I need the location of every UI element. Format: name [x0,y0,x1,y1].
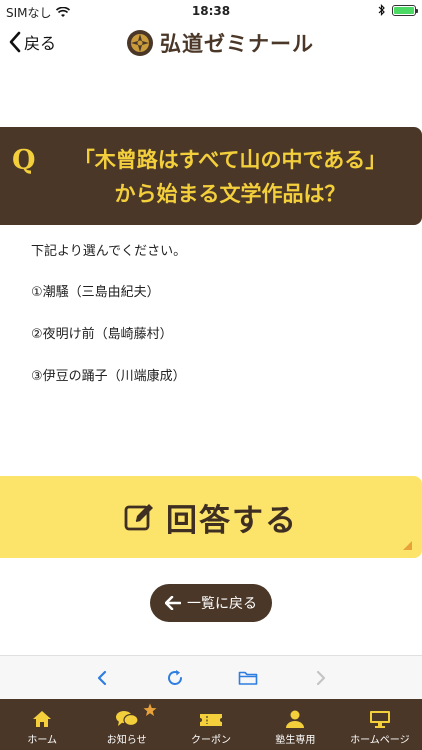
tab-coupon-label: クーポン [191,735,232,746]
question-content: 下記より選んでください。 ①潮騒（三島由紀夫） ②夜明け前（島崎藤村） ③伊豆の… [31,240,401,407]
nav-bar: 戻る 弘道ゼミナール [0,22,422,66]
edit-icon [124,504,153,531]
instructions: 下記より選んでください。 [31,244,187,259]
reload-icon [168,670,182,685]
question-line-2: から始まる文学作品は？ [114,182,346,206]
option-3: ③伊豆の踊子（川端康成） [31,369,186,384]
question-banner: Q 「木曾路はすべて山の中である」 から始まる文学作品は？ [0,127,422,225]
home-icon [33,711,52,727]
tab-news-label: お知らせ [106,735,147,746]
status-right [378,4,418,16]
arrow-left-icon [165,596,181,610]
browser-back-button[interactable] [92,668,112,688]
chevron-left-icon [9,31,21,53]
tab-home-label: ホーム [27,735,58,746]
answer-label: 回答する [166,502,298,539]
tab-bar: ホーム お知らせ クーポン 塾生専用 ホームページ [0,699,422,750]
ticket-icon [200,714,223,726]
browser-reload-button[interactable] [165,668,185,688]
bluetooth-icon [378,4,385,16]
tab-members[interactable]: 塾生専用 [253,699,337,750]
status-time: 18:38 [191,4,231,18]
tab-website-label: ホームページ [350,735,410,746]
question-text: 「木曾路はすべて山の中である」 から始まる文学作品は？ [40,143,420,211]
tab-news[interactable]: お知らせ [84,699,168,750]
back-label: 戻る [24,34,57,53]
monitor-icon [369,711,390,728]
browser-folder-button[interactable] [238,668,258,688]
tab-website[interactable]: ホームページ [338,699,422,750]
browser-forward-button[interactable] [311,668,331,688]
back-to-list-label: 一覧に戻る [187,596,257,612]
logo-text: 弘道ゼミナール [160,31,314,56]
person-icon [286,710,305,728]
folder-icon [238,671,258,685]
browser-toolbar [0,655,422,699]
option-2: ②夜明け前（島崎藤村） [31,327,173,342]
tab-home[interactable]: ホーム [0,699,84,750]
chat-icon [115,711,139,727]
logo: 弘道ゼミナール [126,28,314,58]
option-1: ①潮騒（三島由紀夫） [31,285,160,300]
question-mark: Q [12,145,36,176]
question-line-1: 「木曾路はすべて山の中である」 [73,148,387,172]
tab-coupon[interactable]: クーポン [169,699,253,750]
logo-emblem-icon [127,30,153,56]
star-badge-icon [143,703,157,716]
answer-button[interactable]: 回答する [0,476,422,558]
back-button[interactable]: 戻る [8,30,56,54]
tab-members-label: 塾生専用 [275,735,316,746]
status-bar: SIMなし 18:38 [0,0,422,22]
chevron-right-icon [316,670,326,686]
back-to-list-button[interactable]: 一覧に戻る [150,584,272,622]
chevron-left-icon [97,670,107,686]
battery-icon [392,4,418,16]
corner-triangle-icon [403,541,412,550]
